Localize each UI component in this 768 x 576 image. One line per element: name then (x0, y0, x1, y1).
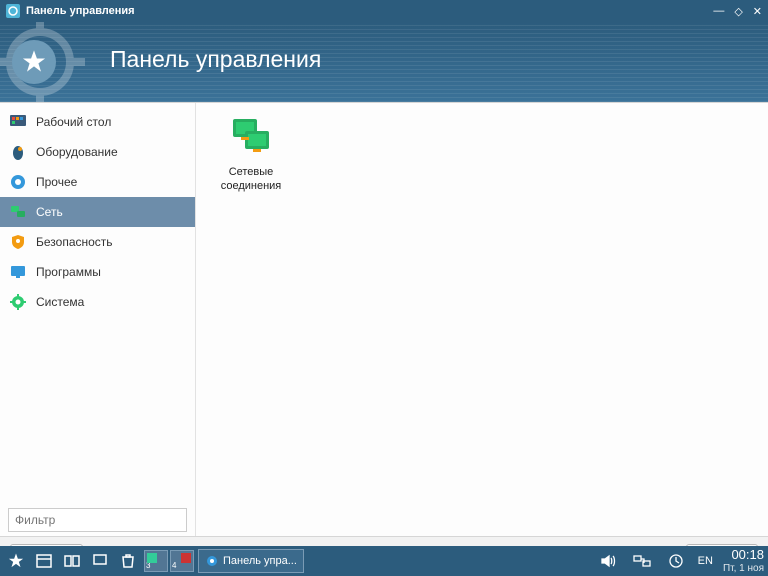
filter-input[interactable] (8, 508, 187, 532)
main-panel: Сетевые соединения (196, 103, 768, 536)
file-manager-button[interactable] (32, 549, 56, 573)
show-desktop-button[interactable] (88, 549, 112, 573)
sidebar-item-hardware[interactable]: Оборудование (0, 137, 195, 167)
page-title: Панель управления (110, 46, 321, 73)
sidebar-item-network[interactable]: Сеть (0, 197, 195, 227)
workspace-4[interactable]: 4 (170, 550, 194, 572)
taskbar-window-label: Панель упра... (223, 555, 297, 567)
content-area: Рабочий стол Оборудование Прочее Сеть Бе… (0, 102, 768, 536)
sidebar-item-label: Программы (36, 265, 101, 279)
clock[interactable]: 00:18 Пт, 1 ноя (723, 548, 764, 573)
clock-date: Пт, 1 ноя (723, 563, 764, 574)
close-button[interactable]: ✕ (753, 5, 762, 18)
workspace-3[interactable]: 3 (144, 550, 168, 572)
shield-icon (8, 232, 28, 252)
maximize-button[interactable]: ◇ (734, 5, 742, 18)
sidebar-item-other[interactable]: Прочее (0, 167, 195, 197)
trash-button[interactable] (116, 549, 140, 573)
control-panel-icon (205, 554, 219, 568)
workspace-pager[interactable]: 3 4 (144, 550, 194, 572)
sidebar-item-security[interactable]: Безопасность (0, 227, 195, 257)
desktop-icon (8, 112, 28, 132)
clock-time: 00:18 (723, 548, 764, 562)
gear-icon (8, 172, 28, 192)
sidebar-item-label: Сеть (36, 205, 63, 219)
network-tray-icon[interactable] (630, 549, 654, 573)
keyboard-layout-indicator[interactable]: EN (698, 555, 713, 567)
network-icon (8, 202, 28, 222)
item-network-connections[interactable]: Сетевые соединения (206, 113, 296, 194)
category-sidebar: Рабочий стол Оборудование Прочее Сеть Бе… (0, 103, 196, 536)
network-connections-icon (227, 113, 275, 161)
sidebar-item-label: Прочее (36, 175, 77, 189)
header-banner: Панель управления (0, 22, 768, 102)
updates-tray-icon[interactable] (664, 549, 688, 573)
sidebar-item-label: Безопасность (36, 235, 113, 249)
sidebar-item-system[interactable]: Система (0, 287, 195, 317)
taskbar-window-button[interactable]: Панель упра... (198, 549, 304, 573)
system-tray: EN 00:18 Пт, 1 ноя (562, 548, 764, 573)
system-gear-icon (8, 292, 28, 312)
star-badge-icon (12, 40, 56, 84)
sidebar-item-label: Оборудование (36, 145, 118, 159)
window-title: Панель управления (26, 5, 713, 17)
minimize-button[interactable]: — (713, 5, 724, 18)
sidebar-item-programs[interactable]: Программы (0, 257, 195, 287)
start-menu-button[interactable] (4, 549, 28, 573)
volume-tray-icon[interactable] (596, 549, 620, 573)
taskbar: 3 4 Панель упра... EN 00:18 Пт, 1 ноя (0, 546, 768, 576)
sidebar-item-label: Система (36, 295, 84, 309)
window-titlebar: Панель управления — ◇ ✕ (0, 0, 768, 22)
item-label: Сетевые соединения (206, 165, 296, 194)
mouse-icon (8, 142, 28, 162)
sidebar-item-desktop[interactable]: Рабочий стол (0, 107, 195, 137)
task-view-button[interactable] (60, 549, 84, 573)
window-icon (6, 4, 20, 18)
usb-tray-icon[interactable] (562, 549, 586, 573)
monitor-icon (8, 262, 28, 282)
sidebar-item-label: Рабочий стол (36, 115, 111, 129)
